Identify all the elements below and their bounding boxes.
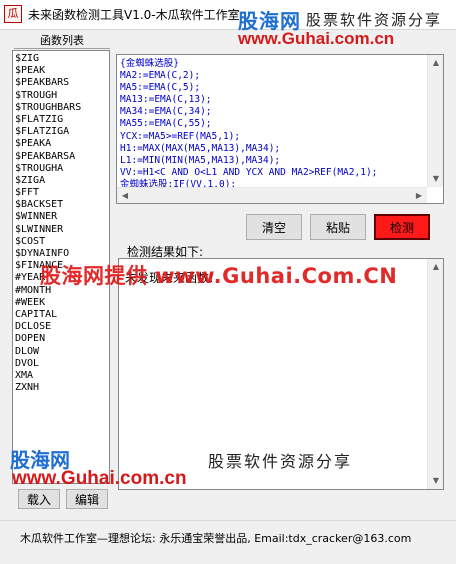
formula-line: YCX:=MA5>=REF(MA5,1);: [120, 130, 241, 142]
function-list-item[interactable]: $PEAKBARSA: [15, 151, 109, 163]
scroll-up-icon[interactable]: ▲: [428, 259, 444, 275]
function-list-item[interactable]: $PEAK: [15, 65, 109, 77]
load-button[interactable]: 载入: [18, 489, 60, 509]
function-list-item[interactable]: $TROUGHA: [15, 163, 109, 175]
watermark-slogan: 股票软件资源分享: [306, 11, 443, 29]
function-list-item[interactable]: $ZIG: [15, 53, 109, 65]
clear-button[interactable]: 清空: [246, 214, 302, 240]
formula-line: MA2:=EMA(C,2);: [120, 70, 201, 82]
app-icon[interactable]: 瓜: [4, 5, 22, 23]
formula-line: L1:=MIN(MIN(MA5,MA13),MA34);: [120, 154, 281, 166]
formula-line: {金蜘蛛选股}: [120, 58, 179, 69]
formula-text[interactable]: {金蜘蛛选股} MA2:=EMA(C,2); MA5:=EMA(C,5); MA13:…: [120, 58, 428, 191]
watermark-top: 股海网 股票软件资源分享 www.Guhai.com.cn: [236, 3, 456, 51]
function-list-item[interactable]: $DYNAINFO: [15, 248, 109, 260]
edit-button[interactable]: 编辑: [66, 489, 108, 509]
watermark-bottom: 股海网 股票软件资源分享 www.Guhai.com.cn: [8, 440, 456, 489]
scroll-left-icon[interactable]: ◀: [117, 188, 133, 204]
watermark-center: 股海网提供 www.Guhai.Com.CN: [40, 264, 398, 288]
status-text: 木瓜软件工作室—理想论坛: 永乐通宝荣誉出品, Email:tdx_cracke…: [20, 532, 412, 545]
function-list-item[interactable]: $WINNER: [15, 211, 109, 223]
watermark-url: www.Guhai.com.cn: [238, 29, 395, 48]
function-list-item[interactable]: $LWINNER: [15, 224, 109, 236]
window-title: 未来函数检测工具V1.0-木瓜软件工作室: [28, 8, 240, 22]
function-list-item[interactable]: $FLATZIGA: [15, 126, 109, 138]
function-list-item[interactable]: DLOW: [15, 346, 109, 358]
scroll-down-icon[interactable]: ▼: [428, 171, 444, 187]
formula-line: H1:=MAX(MAX(MA5,MA13),MA34);: [120, 142, 281, 154]
function-list-item[interactable]: DVOL: [15, 358, 109, 370]
scroll-right-icon[interactable]: ▶: [411, 188, 427, 204]
watermark-url: www.Guhai.com.cn: [12, 468, 187, 489]
formula-line: VV:=H1<C AND O<L1 AND YCX AND MA2>REF(MA…: [120, 166, 378, 178]
function-list-item[interactable]: $FFT: [15, 187, 109, 199]
function-list-item[interactable]: $COST: [15, 236, 109, 248]
function-list-item[interactable]: $TROUGH: [15, 90, 109, 102]
formula-line: MA55:=EMA(C,55);: [120, 118, 212, 130]
formula-line: MA34:=EMA(C,34);: [120, 106, 212, 118]
formula-editor[interactable]: {金蜘蛛选股} MA2:=EMA(C,2); MA5:=EMA(C,5); MA13:…: [116, 54, 444, 204]
formula-line: MA5:=EMA(C,5);: [120, 82, 201, 94]
editor-vertical-scrollbar[interactable]: ▲ ▼: [427, 55, 443, 187]
editor-horizontal-scrollbar[interactable]: ◀ ▶: [117, 187, 427, 203]
function-list-item[interactable]: $PEAKBARS: [15, 77, 109, 89]
function-list-item[interactable]: $FLATZIG: [15, 114, 109, 126]
function-list-item[interactable]: DOPEN: [15, 333, 109, 345]
function-list-item[interactable]: $BACKSET: [15, 199, 109, 211]
detect-button[interactable]: 检测: [374, 214, 430, 240]
function-list-item[interactable]: ZXNH: [15, 382, 109, 394]
formula-line: MA13:=EMA(C,13);: [120, 94, 212, 106]
paste-button[interactable]: 粘贴: [310, 214, 366, 240]
function-list-item[interactable]: #WEEK: [15, 297, 109, 309]
function-list-item[interactable]: DCLOSE: [15, 321, 109, 333]
function-list-header: 函数列表: [14, 33, 110, 49]
function-list-item[interactable]: $PEAKA: [15, 138, 109, 150]
scroll-up-icon[interactable]: ▲: [428, 55, 444, 71]
function-list-item[interactable]: $TROUGHBARS: [15, 102, 109, 114]
function-list-item[interactable]: CAPITAL: [15, 309, 109, 321]
function-list-item[interactable]: XMA: [15, 370, 109, 382]
watermark-slogan: 股票软件资源分享: [208, 452, 353, 471]
function-list-item[interactable]: $ZIGA: [15, 175, 109, 187]
